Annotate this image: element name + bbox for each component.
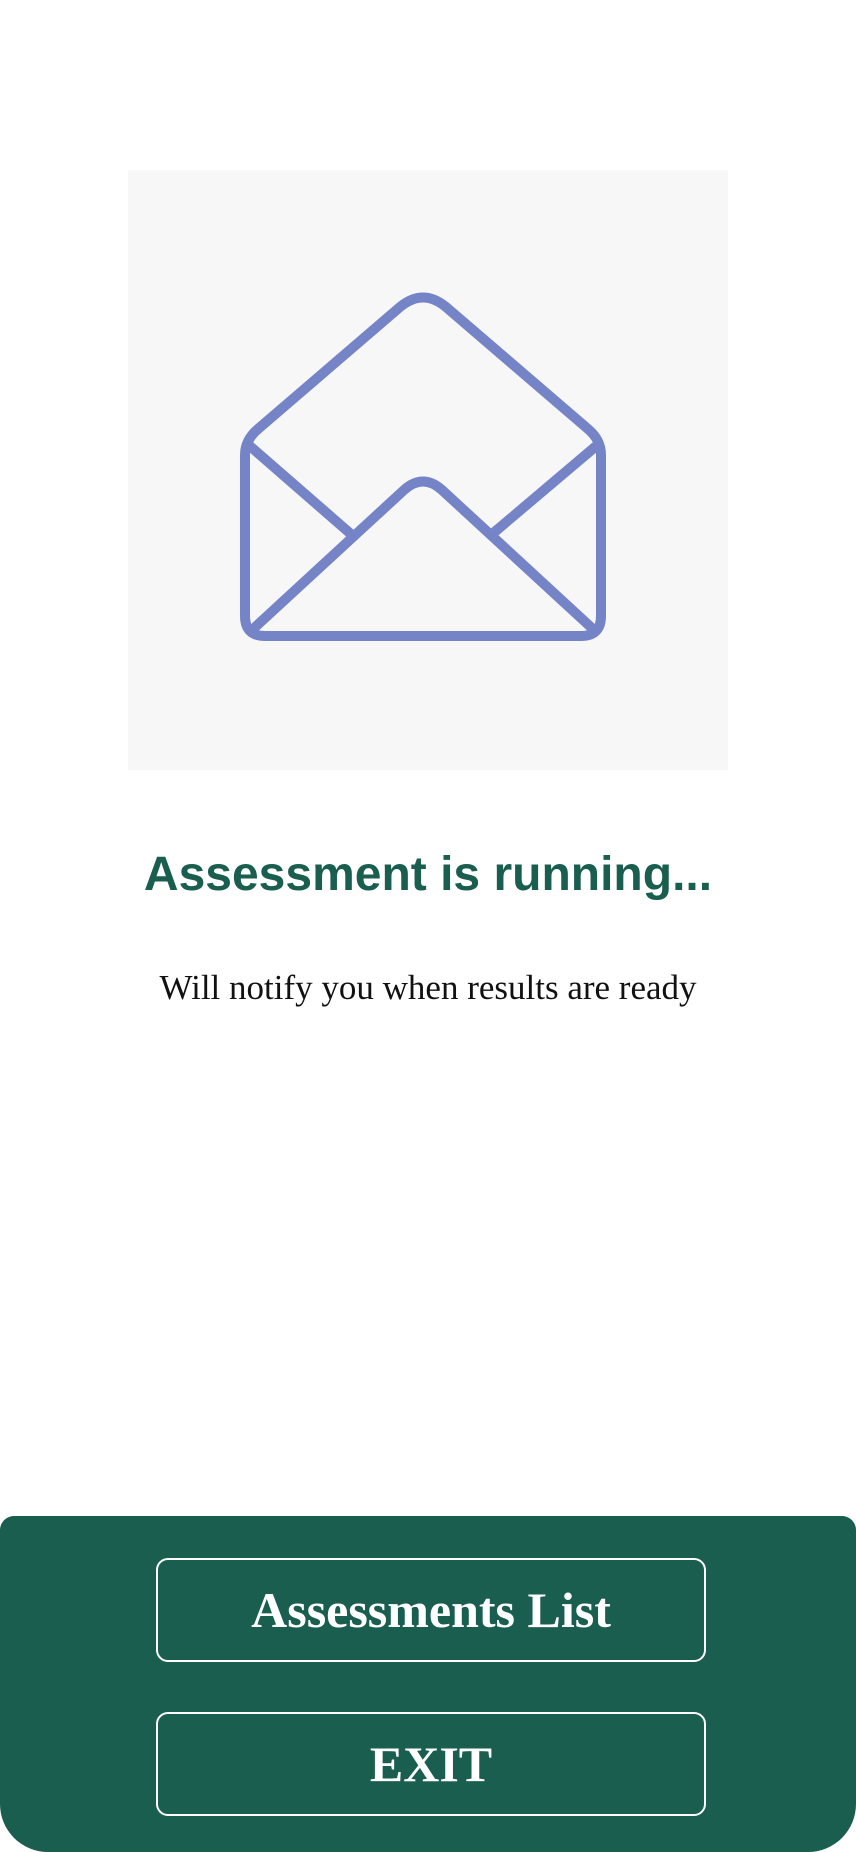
assessments-list-button[interactable]: Assessments List xyxy=(156,1558,706,1662)
status-title: Assessment is running... xyxy=(143,848,713,901)
envelope-illustration xyxy=(128,170,728,770)
exit-button[interactable]: EXIT xyxy=(156,1712,706,1816)
open-envelope-icon xyxy=(240,292,606,641)
status-message: Will notify you when results are ready xyxy=(159,968,697,1007)
footer-action-panel: Assessments List EXIT xyxy=(0,1516,856,1852)
